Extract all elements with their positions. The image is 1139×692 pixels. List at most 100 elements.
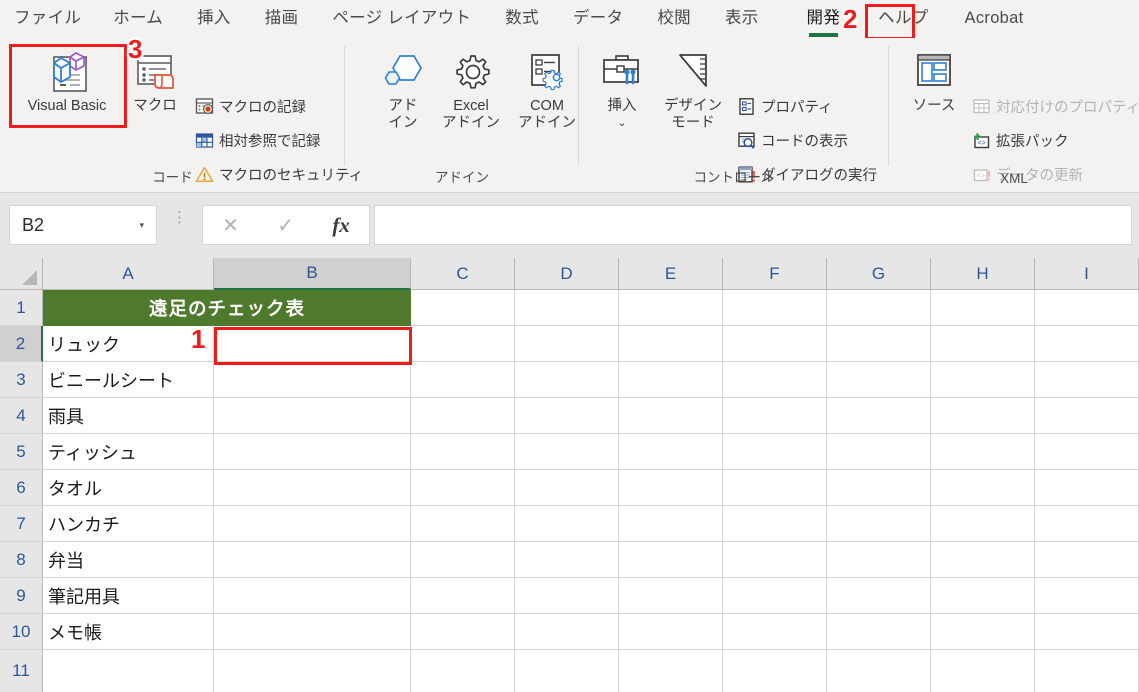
xml-source-button[interactable]: ソース	[901, 46, 967, 115]
cell-H10[interactable]	[931, 614, 1035, 650]
cell-B4[interactable]	[214, 398, 411, 434]
column-header-C[interactable]: C	[411, 258, 515, 290]
cell-H5[interactable]	[931, 434, 1035, 470]
cell-C8[interactable]	[411, 542, 515, 578]
tab-acrobat[interactable]: Acrobat	[965, 10, 1024, 29]
cell-F6[interactable]	[723, 470, 827, 506]
cell-E4[interactable]	[619, 398, 723, 434]
cell-D7[interactable]	[515, 506, 619, 542]
cell-D11[interactable]	[515, 650, 619, 692]
cell-G2[interactable]	[827, 326, 931, 362]
visual-basic-button[interactable]: Visual Basic	[12, 46, 122, 115]
cell-B5[interactable]	[214, 434, 411, 470]
cell-I11[interactable]	[1035, 650, 1139, 692]
cell-C11[interactable]	[411, 650, 515, 692]
cell-A2[interactable]: リュック	[43, 326, 214, 362]
row-header-3[interactable]: 3	[0, 362, 43, 398]
cell-B11[interactable]	[214, 650, 411, 692]
cell-D4[interactable]	[515, 398, 619, 434]
cell-C2[interactable]	[411, 326, 515, 362]
cell-D10[interactable]	[515, 614, 619, 650]
cell-B10[interactable]	[214, 614, 411, 650]
cell-G1[interactable]	[827, 290, 931, 326]
cell-A9[interactable]: 筆記用具	[43, 578, 214, 614]
column-header-B[interactable]: B	[214, 258, 411, 290]
cell-A6[interactable]: タオル	[43, 470, 214, 506]
name-box-chevron-down-icon[interactable]: ▾	[139, 220, 156, 231]
cell-A11[interactable]	[43, 650, 214, 692]
cell-E6[interactable]	[619, 470, 723, 506]
cell-E10[interactable]	[619, 614, 723, 650]
tab-review[interactable]: 校閲	[657, 10, 691, 29]
cell-B2[interactable]	[214, 326, 411, 362]
cell-F5[interactable]	[723, 434, 827, 470]
cell-F4[interactable]	[723, 398, 827, 434]
cell-C1[interactable]	[411, 290, 515, 326]
column-header-H[interactable]: H	[931, 258, 1035, 290]
cell-D5[interactable]	[515, 434, 619, 470]
map-properties-button[interactable]: 対応付けのプロパティ	[971, 96, 1139, 117]
formula-bar-drag-handle[interactable]: ⋮	[172, 210, 187, 225]
cell-H2[interactable]	[931, 326, 1035, 362]
cell-I8[interactable]	[1035, 542, 1139, 578]
row-header-2[interactable]: 2	[0, 326, 43, 362]
cell-B7[interactable]	[214, 506, 411, 542]
cell-G7[interactable]	[827, 506, 931, 542]
cell-I5[interactable]	[1035, 434, 1139, 470]
cell-G10[interactable]	[827, 614, 931, 650]
column-header-E[interactable]: E	[619, 258, 723, 290]
cell-C5[interactable]	[411, 434, 515, 470]
column-header-I[interactable]: I	[1035, 258, 1139, 290]
cell-D1[interactable]	[515, 290, 619, 326]
cell-D3[interactable]	[515, 362, 619, 398]
excel-addins-button[interactable]: Excel アドイン	[433, 46, 509, 132]
column-header-G[interactable]: G	[827, 258, 931, 290]
cell-G6[interactable]	[827, 470, 931, 506]
cell-C4[interactable]	[411, 398, 515, 434]
cell-G8[interactable]	[827, 542, 931, 578]
cell-H8[interactable]	[931, 542, 1035, 578]
tab-insert[interactable]: 挿入	[197, 10, 231, 29]
cell-E3[interactable]	[619, 362, 723, 398]
view-code-button[interactable]: コードの表示	[736, 130, 848, 151]
cell-E9[interactable]	[619, 578, 723, 614]
cell-B3[interactable]	[214, 362, 411, 398]
cell-F1[interactable]	[723, 290, 827, 326]
tab-page-layout[interactable]: ページ レイアウト	[332, 10, 471, 29]
cell-D8[interactable]	[515, 542, 619, 578]
com-addins-button[interactable]: COM アドイン	[509, 46, 585, 132]
cell-H6[interactable]	[931, 470, 1035, 506]
cell-E5[interactable]	[619, 434, 723, 470]
cell-B6[interactable]	[214, 470, 411, 506]
properties-button[interactable]: プロパティ	[736, 96, 833, 117]
cell-B9[interactable]	[214, 578, 411, 614]
cell-A1-merged-title[interactable]: 遠足のチェック表	[43, 290, 411, 326]
formula-input[interactable]	[374, 205, 1132, 245]
cell-G4[interactable]	[827, 398, 931, 434]
cell-E2[interactable]	[619, 326, 723, 362]
row-header-5[interactable]: 5	[0, 434, 43, 470]
tab-developer[interactable]: 開発	[807, 10, 841, 38]
row-header-11[interactable]: 11	[0, 650, 43, 692]
cell-F3[interactable]	[723, 362, 827, 398]
cell-A4[interactable]: 雨具	[43, 398, 214, 434]
cell-H11[interactable]	[931, 650, 1035, 692]
cell-I6[interactable]	[1035, 470, 1139, 506]
addins-button[interactable]: アド イン	[373, 46, 433, 132]
use-relative-references-button[interactable]: 相対参照で記録	[194, 130, 321, 151]
row-header-1[interactable]: 1	[0, 290, 43, 326]
cell-I2[interactable]	[1035, 326, 1139, 362]
cell-E8[interactable]	[619, 542, 723, 578]
select-all-corner[interactable]	[0, 258, 43, 290]
cell-E1[interactable]	[619, 290, 723, 326]
cell-F8[interactable]	[723, 542, 827, 578]
cell-A10[interactable]: メモ帳	[43, 614, 214, 650]
cell-C3[interactable]	[411, 362, 515, 398]
column-header-A[interactable]: A	[43, 258, 214, 290]
cell-I3[interactable]	[1035, 362, 1139, 398]
row-header-4[interactable]: 4	[0, 398, 43, 434]
cell-A3[interactable]: ビニールシート	[43, 362, 214, 398]
cell-A7[interactable]: ハンカチ	[43, 506, 214, 542]
cancel-icon[interactable]: ✕	[222, 213, 239, 238]
insert-control-chevron-down-icon[interactable]: ⌄	[589, 115, 655, 132]
